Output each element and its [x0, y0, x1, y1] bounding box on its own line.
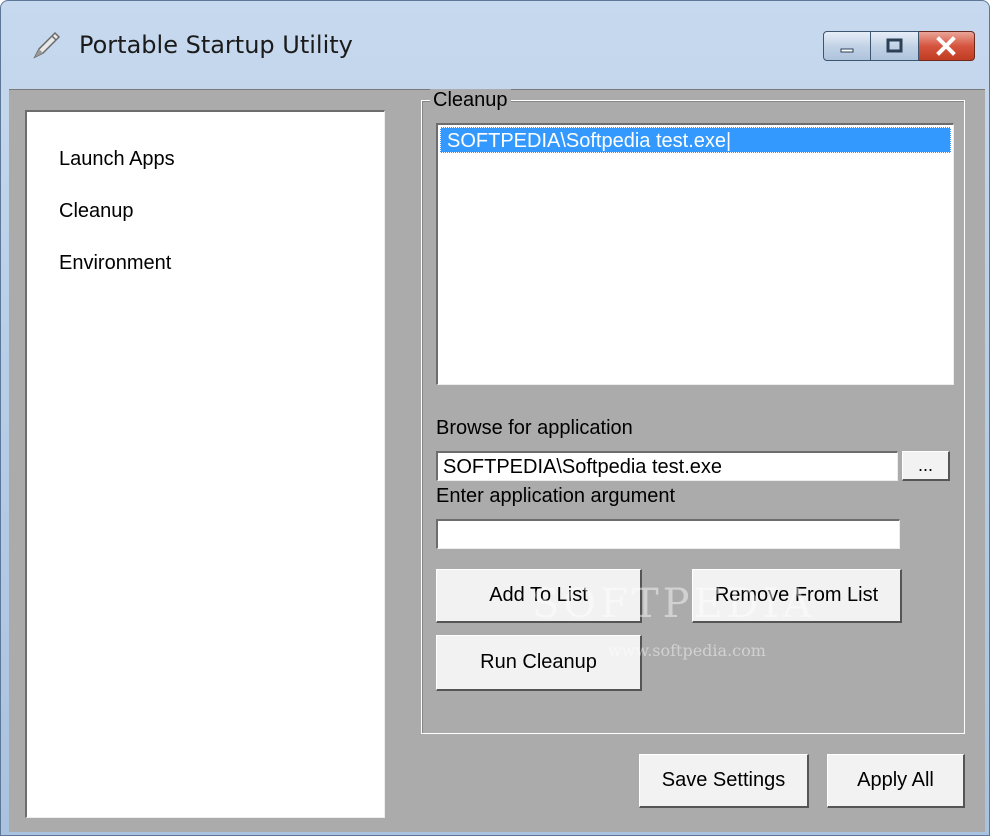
app-window: Portable Startup Utility Launch Apps Cle…	[0, 0, 990, 836]
list-item[interactable]: SOFTPEDIA\Softpedia test.exe|	[440, 127, 951, 153]
minimize-icon	[840, 48, 854, 53]
application-path-input[interactable]: SOFTPEDIA\Softpedia test.exe	[436, 451, 898, 481]
cleanup-list[interactable]: SOFTPEDIA\Softpedia test.exe|	[436, 123, 954, 385]
browse-label: Browse for application	[436, 417, 633, 439]
client-area: Launch Apps Cleanup Environment Cleanup …	[9, 89, 985, 832]
minimize-button[interactable]	[823, 31, 871, 61]
argument-label: Enter application argument	[436, 485, 676, 507]
remove-from-list-button[interactable]: Remove From List	[692, 569, 902, 623]
navigation-list[interactable]: Launch Apps Cleanup Environment	[25, 110, 385, 818]
title-bar[interactable]: Portable Startup Utility	[1, 1, 989, 89]
maximize-button[interactable]	[871, 31, 919, 61]
nav-item-environment[interactable]: Environment	[59, 252, 171, 275]
maximize-icon	[886, 38, 903, 53]
close-icon	[936, 36, 956, 56]
apply-all-button[interactable]: Apply All	[827, 754, 965, 808]
argument-input[interactable]	[436, 519, 900, 549]
browse-button[interactable]: ...	[902, 451, 950, 481]
run-cleanup-button[interactable]: Run Cleanup	[436, 635, 642, 691]
window-title: Portable Startup Utility	[79, 31, 353, 59]
cleanup-group: Cleanup SOFTPEDIA\Softpedia test.exe| Br…	[421, 89, 965, 734]
pen-icon	[33, 31, 61, 59]
nav-item-cleanup[interactable]: Cleanup	[59, 200, 134, 223]
save-settings-button[interactable]: Save Settings	[639, 754, 809, 808]
close-button[interactable]	[919, 31, 975, 61]
caption-buttons	[823, 31, 975, 63]
nav-item-launch-apps[interactable]: Launch Apps	[59, 148, 175, 171]
group-title: Cleanup	[430, 89, 511, 112]
add-to-list-button[interactable]: Add To List	[436, 569, 642, 623]
